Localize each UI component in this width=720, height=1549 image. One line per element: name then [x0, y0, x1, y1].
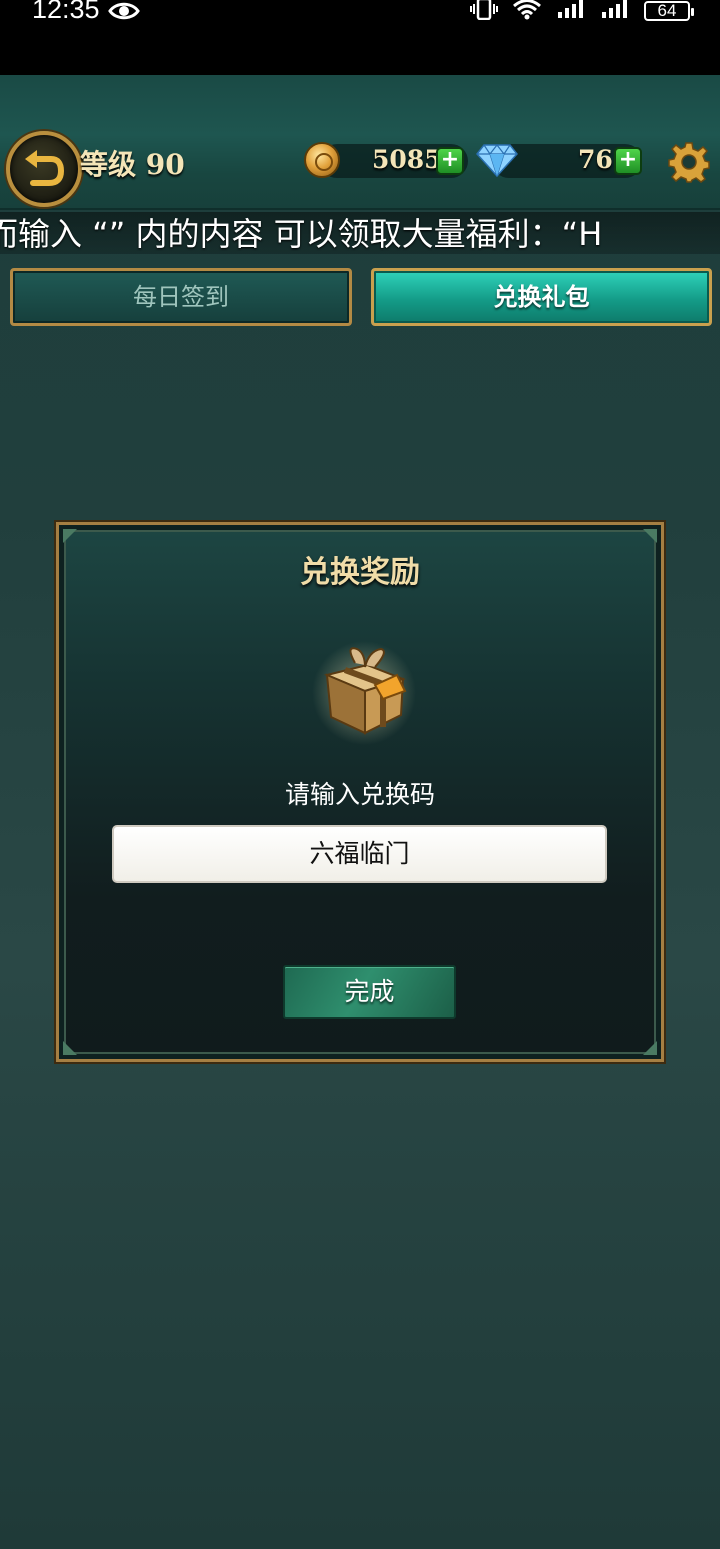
corner-ornament: [643, 1041, 657, 1055]
diamond-icon: [476, 143, 518, 181]
done-button[interactable]: 完成: [283, 965, 456, 1019]
signal-icon: [556, 0, 586, 24]
tab-redeem-gift[interactable]: 兑换礼包: [371, 268, 712, 326]
eye-icon: [108, 0, 140, 26]
announcement-marquee: 而输入 “” 内的内容 可以领取大量福利：“H: [0, 212, 720, 254]
redeem-code-input[interactable]: 六福临门: [112, 825, 607, 883]
back-arrow-icon: [25, 150, 65, 186]
battery-indicator: 64: [644, 1, 694, 21]
status-bar: 12:35 64: [0, 0, 720, 75]
corner-ornament: [63, 1041, 77, 1055]
status-icons: 64: [470, 0, 694, 24]
dialog-title: 兑换奖励: [300, 555, 420, 590]
coin-value: 5085: [372, 145, 442, 174]
signal-icon: [600, 0, 630, 24]
player-level: 等级 90: [80, 148, 185, 181]
tab-daily-checkin[interactable]: 每日签到: [10, 268, 352, 326]
gift-box-icon: [309, 635, 419, 749]
coin-icon: [304, 142, 340, 178]
back-button[interactable]: [6, 131, 82, 207]
announcement-text: 而输入 “” 内的内容 可以领取大量福利：“H: [0, 215, 603, 253]
game-screen: 等级 90 5085 + 76 + 而输入 “” 内的内容 可以领取大量福利：“…: [0, 75, 720, 1549]
redeem-dialog: 兑换奖励 请输入兑换码 六福临门 完成: [56, 522, 664, 1062]
gem-value: 76: [578, 145, 613, 174]
add-coins-button[interactable]: +: [436, 147, 464, 175]
corner-ornament: [63, 529, 77, 543]
status-time: 12:35: [32, 0, 100, 24]
gear-icon[interactable]: [668, 141, 710, 187]
corner-ornament: [643, 529, 657, 543]
wifi-icon: [512, 0, 542, 24]
add-gems-button[interactable]: +: [614, 147, 642, 175]
redeem-prompt: 请输入兑换码: [284, 780, 435, 809]
vibrate-icon: [470, 0, 498, 24]
